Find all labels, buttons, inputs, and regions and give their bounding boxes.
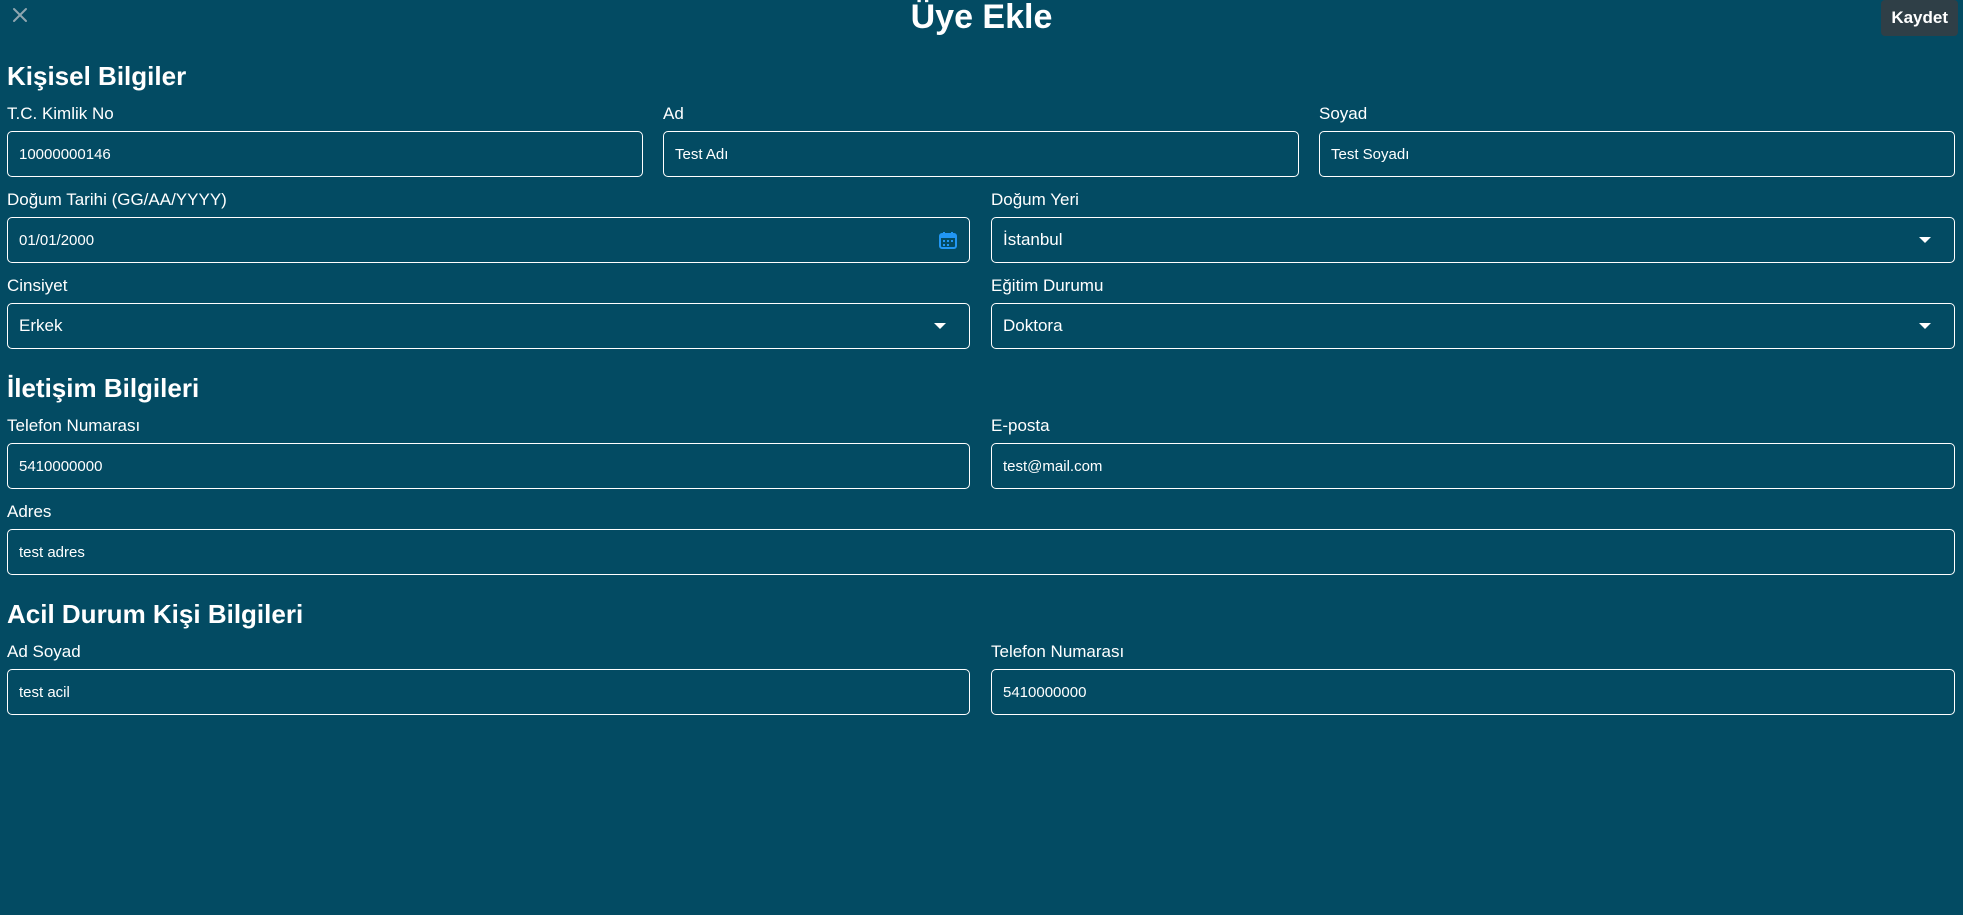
- first-name-input[interactable]: Test Adı: [663, 131, 1299, 177]
- phone-input[interactable]: 5410000000: [7, 443, 970, 489]
- education-label: Eğitim Durumu: [991, 276, 1104, 295]
- emergency-phone-value: 5410000000: [1003, 683, 1087, 701]
- last-name-label: Soyad: [1319, 104, 1368, 123]
- chevron-down-icon: [1919, 237, 1931, 243]
- gender-label: Cinsiyet: [7, 276, 68, 295]
- address-value: test adres: [19, 543, 85, 561]
- education-select[interactable]: Doktora: [991, 303, 1955, 349]
- chevron-down-icon: [934, 323, 946, 329]
- last-name-input[interactable]: Test Soyadı: [1319, 131, 1955, 177]
- page-title: Üye Ekle: [910, 0, 1053, 36]
- tc-input[interactable]: 10000000146: [7, 131, 643, 177]
- birth-place-value: İstanbul: [1003, 230, 1063, 249]
- emergency-name-value: test acil: [19, 683, 70, 701]
- save-button[interactable]: Kaydet: [1881, 0, 1958, 36]
- section-title-personal: Kişisel Bilgiler: [7, 61, 187, 91]
- tc-value: 10000000146: [19, 145, 111, 163]
- phone-value: 5410000000: [19, 457, 103, 475]
- address-label: Adres: [7, 502, 52, 521]
- gender-select[interactable]: Erkek: [7, 303, 970, 349]
- education-value: Doktora: [1003, 316, 1063, 335]
- emergency-name-label: Ad Soyad: [7, 642, 81, 661]
- tc-label: T.C. Kimlik No: [7, 104, 114, 123]
- gender-value: Erkek: [19, 316, 63, 335]
- phone-label: Telefon Numarası: [7, 416, 141, 435]
- chevron-down-icon: [1919, 323, 1931, 329]
- first-name-value: Test Adı: [675, 145, 729, 163]
- birth-date-input[interactable]: 01/01/2000: [7, 217, 970, 263]
- emergency-name-input[interactable]: test acil: [7, 669, 970, 715]
- calendar-icon[interactable]: [938, 230, 958, 250]
- address-input[interactable]: test adres: [7, 529, 1955, 575]
- section-title-emergency: Acil Durum Kişi Bilgileri: [7, 599, 304, 629]
- email-input[interactable]: test@mail.com: [991, 443, 1955, 489]
- first-name-label: Ad: [663, 104, 684, 123]
- birth-date-label: Doğum Tarihi (GG/AA/YYYY): [7, 190, 227, 209]
- last-name-value: Test Soyadı: [1331, 145, 1410, 163]
- emergency-phone-label: Telefon Numarası: [991, 642, 1125, 661]
- emergency-phone-input[interactable]: 5410000000: [991, 669, 1955, 715]
- email-value: test@mail.com: [1003, 457, 1103, 475]
- section-title-contact: İletişim Bilgileri: [7, 373, 200, 403]
- birth-place-label: Doğum Yeri: [991, 190, 1079, 209]
- email-label: E-posta: [991, 416, 1050, 435]
- birth-place-select[interactable]: İstanbul: [991, 217, 1955, 263]
- birth-date-value: 01/01/2000: [19, 231, 95, 249]
